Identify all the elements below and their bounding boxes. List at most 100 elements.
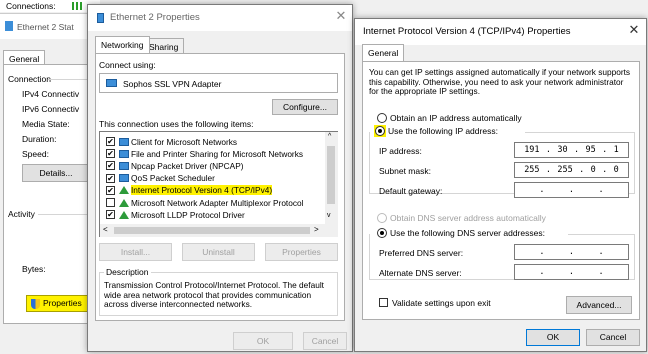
ip-octet-2: 30 [557, 145, 568, 155]
ipv4-close-icon[interactable]: ✕ [623, 22, 645, 38]
list-item[interactable]: ✔ QoS Packet Scheduler [106, 173, 215, 184]
preferred-dns-label: Preferred DNS server: [379, 248, 464, 258]
obtain-dns-auto-radio[interactable] [377, 213, 387, 223]
validate-label: Validate settings upon exit [392, 298, 491, 308]
item-properties-button[interactable]: Properties [265, 243, 338, 261]
signal-icon [72, 2, 84, 10]
advanced-button[interactable]: Advanced... [566, 296, 632, 314]
subnet-mask-field[interactable]: 255. 255. 0. 0 [514, 162, 629, 178]
ipv6-connectivity-label: IPv6 Connectiv [22, 104, 80, 114]
list-item[interactable]: ✔ Npcap Packet Driver (NPCAP) [106, 160, 244, 171]
obtain-ip-auto-radio[interactable] [377, 113, 387, 123]
ip-address-label: IP address: [379, 146, 422, 156]
subnet-mask-label: Subnet mask: [379, 166, 431, 176]
computer-icon [119, 149, 129, 158]
list-item[interactable]: ✔ Internet Protocol Version 4 (TCP/IPv4) [106, 185, 273, 196]
alternate-dns-field[interactable]: ... [514, 264, 629, 280]
mask-octet-3: 0 [590, 165, 596, 175]
computer-icon [119, 174, 129, 183]
eth-ok-button[interactable]: OK [233, 332, 293, 350]
list-item[interactable]: ✔ Client for Microsoft Networks [106, 136, 237, 147]
scroll-up-icon[interactable]: ^ [328, 133, 331, 140]
shield-icon [31, 298, 40, 309]
mask-octet-2: 255 [557, 165, 573, 175]
items-scrollbar[interactable]: ^ v [325, 132, 338, 224]
description-text: Transmission Control Protocol/Internet P… [104, 280, 324, 309]
close-icon[interactable]: ✕ [330, 8, 352, 24]
item-checkbox[interactable]: ✔ [106, 149, 115, 159]
bytes-label: Bytes: [22, 264, 46, 274]
default-gateway-label: Default gateway: [379, 186, 443, 196]
list-item[interactable]: Microsoft Network Adapter Multiplexor Pr… [106, 197, 303, 208]
item-checkbox[interactable]: ✔ [106, 161, 115, 171]
connections-label: Connections: [6, 1, 56, 11]
install-button[interactable]: Install... [99, 243, 172, 261]
description-group: Description Transmission Control Protoco… [99, 267, 338, 316]
ipv4-titlebar: Internet Protocol Version 4 (TCP/IPv4) P… [355, 19, 646, 45]
preferred-dns-field[interactable]: ... [514, 244, 629, 260]
properties-button-label: Properties [43, 298, 82, 309]
list-item[interactable]: ✔ Microsoft LLDP Protocol Driver [106, 209, 245, 220]
tab-networking[interactable]: Networking [95, 36, 150, 53]
computer-icon [119, 137, 129, 146]
media-state-label: Media State: [22, 119, 70, 129]
status-panel [3, 64, 100, 324]
mask-octet-1: 255 [524, 165, 540, 175]
status-window: Connections: Ethernet 2 Stat General Con… [0, 0, 100, 354]
ethernet-properties-window: Ethernet 2 Properties ✕ Networking Shari… [87, 4, 353, 352]
eth-cancel-button[interactable]: Cancel [303, 332, 347, 350]
protocol-icon [119, 186, 129, 195]
scroll-left-icon[interactable]: < [103, 225, 108, 234]
uninstall-button[interactable]: Uninstall [182, 243, 255, 261]
item-label: Internet Protocol Version 4 (TCP/IPv4) [131, 185, 273, 196]
item-checkbox[interactable]: ✔ [106, 137, 115, 146]
ethernet-properties-title: Ethernet 2 Properties [110, 12, 200, 23]
protocol-icon [119, 198, 129, 207]
ethernet-properties-titlebar: Ethernet 2 Properties ✕ [88, 5, 352, 31]
item-checkbox[interactable]: ✔ [106, 185, 115, 195]
computer-icon [119, 161, 129, 170]
item-checkbox[interactable]: ✔ [106, 210, 115, 220]
ip-address-field[interactable]: 191. 30. 95. 1 [514, 142, 629, 158]
description-label: Description [104, 267, 151, 277]
item-label: Client for Microsoft Networks [131, 136, 238, 147]
validate-checkbox[interactable] [379, 298, 388, 307]
list-item[interactable]: ✔ File and Printer Sharing for Microsoft … [106, 148, 303, 159]
item-checkbox[interactable]: ✔ [106, 173, 115, 183]
duration-label: Duration: [22, 134, 57, 144]
configure-button[interactable]: Configure... [272, 99, 338, 115]
speed-label: Speed: [22, 149, 49, 159]
ipv4-ok-button[interactable]: OK [526, 329, 580, 346]
adapter-name: Sophos SSL VPN Adapter [123, 79, 222, 89]
items-label: This connection uses the following items… [99, 119, 254, 129]
connection-section-label: Connection [8, 74, 52, 84]
ipv4-cancel-button[interactable]: Cancel [586, 329, 640, 346]
item-label: File and Printer Sharing for Microsoft N… [131, 148, 303, 159]
items-hscrollbar[interactable]: < > [100, 224, 338, 237]
status-window-title: Ethernet 2 Stat [17, 22, 74, 32]
ipv4-properties-window: Internet Protocol Version 4 (TCP/IPv4) P… [354, 18, 647, 352]
scroll-right-icon[interactable]: > [314, 225, 319, 234]
item-label: Microsoft Network Adapter Multiplexor Pr… [131, 197, 304, 208]
item-label: Microsoft LLDP Protocol Driver [131, 209, 245, 220]
network-adapter-icon [97, 13, 104, 23]
adapter-icon [106, 79, 117, 87]
ip-octet-3: 95 [585, 145, 596, 155]
ipv4-title: Internet Protocol Version 4 (TCP/IPv4) P… [363, 26, 571, 37]
alternate-dns-label: Alternate DNS server: [379, 268, 462, 278]
item-label: Npcap Packet Driver (NPCAP) [131, 160, 244, 171]
ipv4-intro-text: You can get IP settings assigned automat… [369, 67, 631, 96]
tab-general-ipv4[interactable]: General [362, 44, 405, 61]
status-properties-button[interactable]: Properties [26, 295, 90, 312]
ip-octet-1: 191 [524, 145, 540, 155]
mask-octet-4: 0 [613, 165, 619, 175]
obtain-ip-auto-label: Obtain an IP address automatically [390, 113, 522, 123]
items-list: ✔ Client for Microsoft Networks ✔ File and … [99, 131, 338, 237]
protocol-icon [119, 210, 129, 219]
item-label: QoS Packet Scheduler [131, 173, 215, 184]
scroll-down-icon[interactable]: v [327, 212, 331, 219]
details-button[interactable]: Details... [22, 164, 90, 182]
obtain-dns-auto-label: Obtain DNS server address automatically [390, 213, 546, 223]
item-checkbox[interactable] [106, 198, 115, 207]
default-gateway-field[interactable]: ... [514, 182, 629, 198]
